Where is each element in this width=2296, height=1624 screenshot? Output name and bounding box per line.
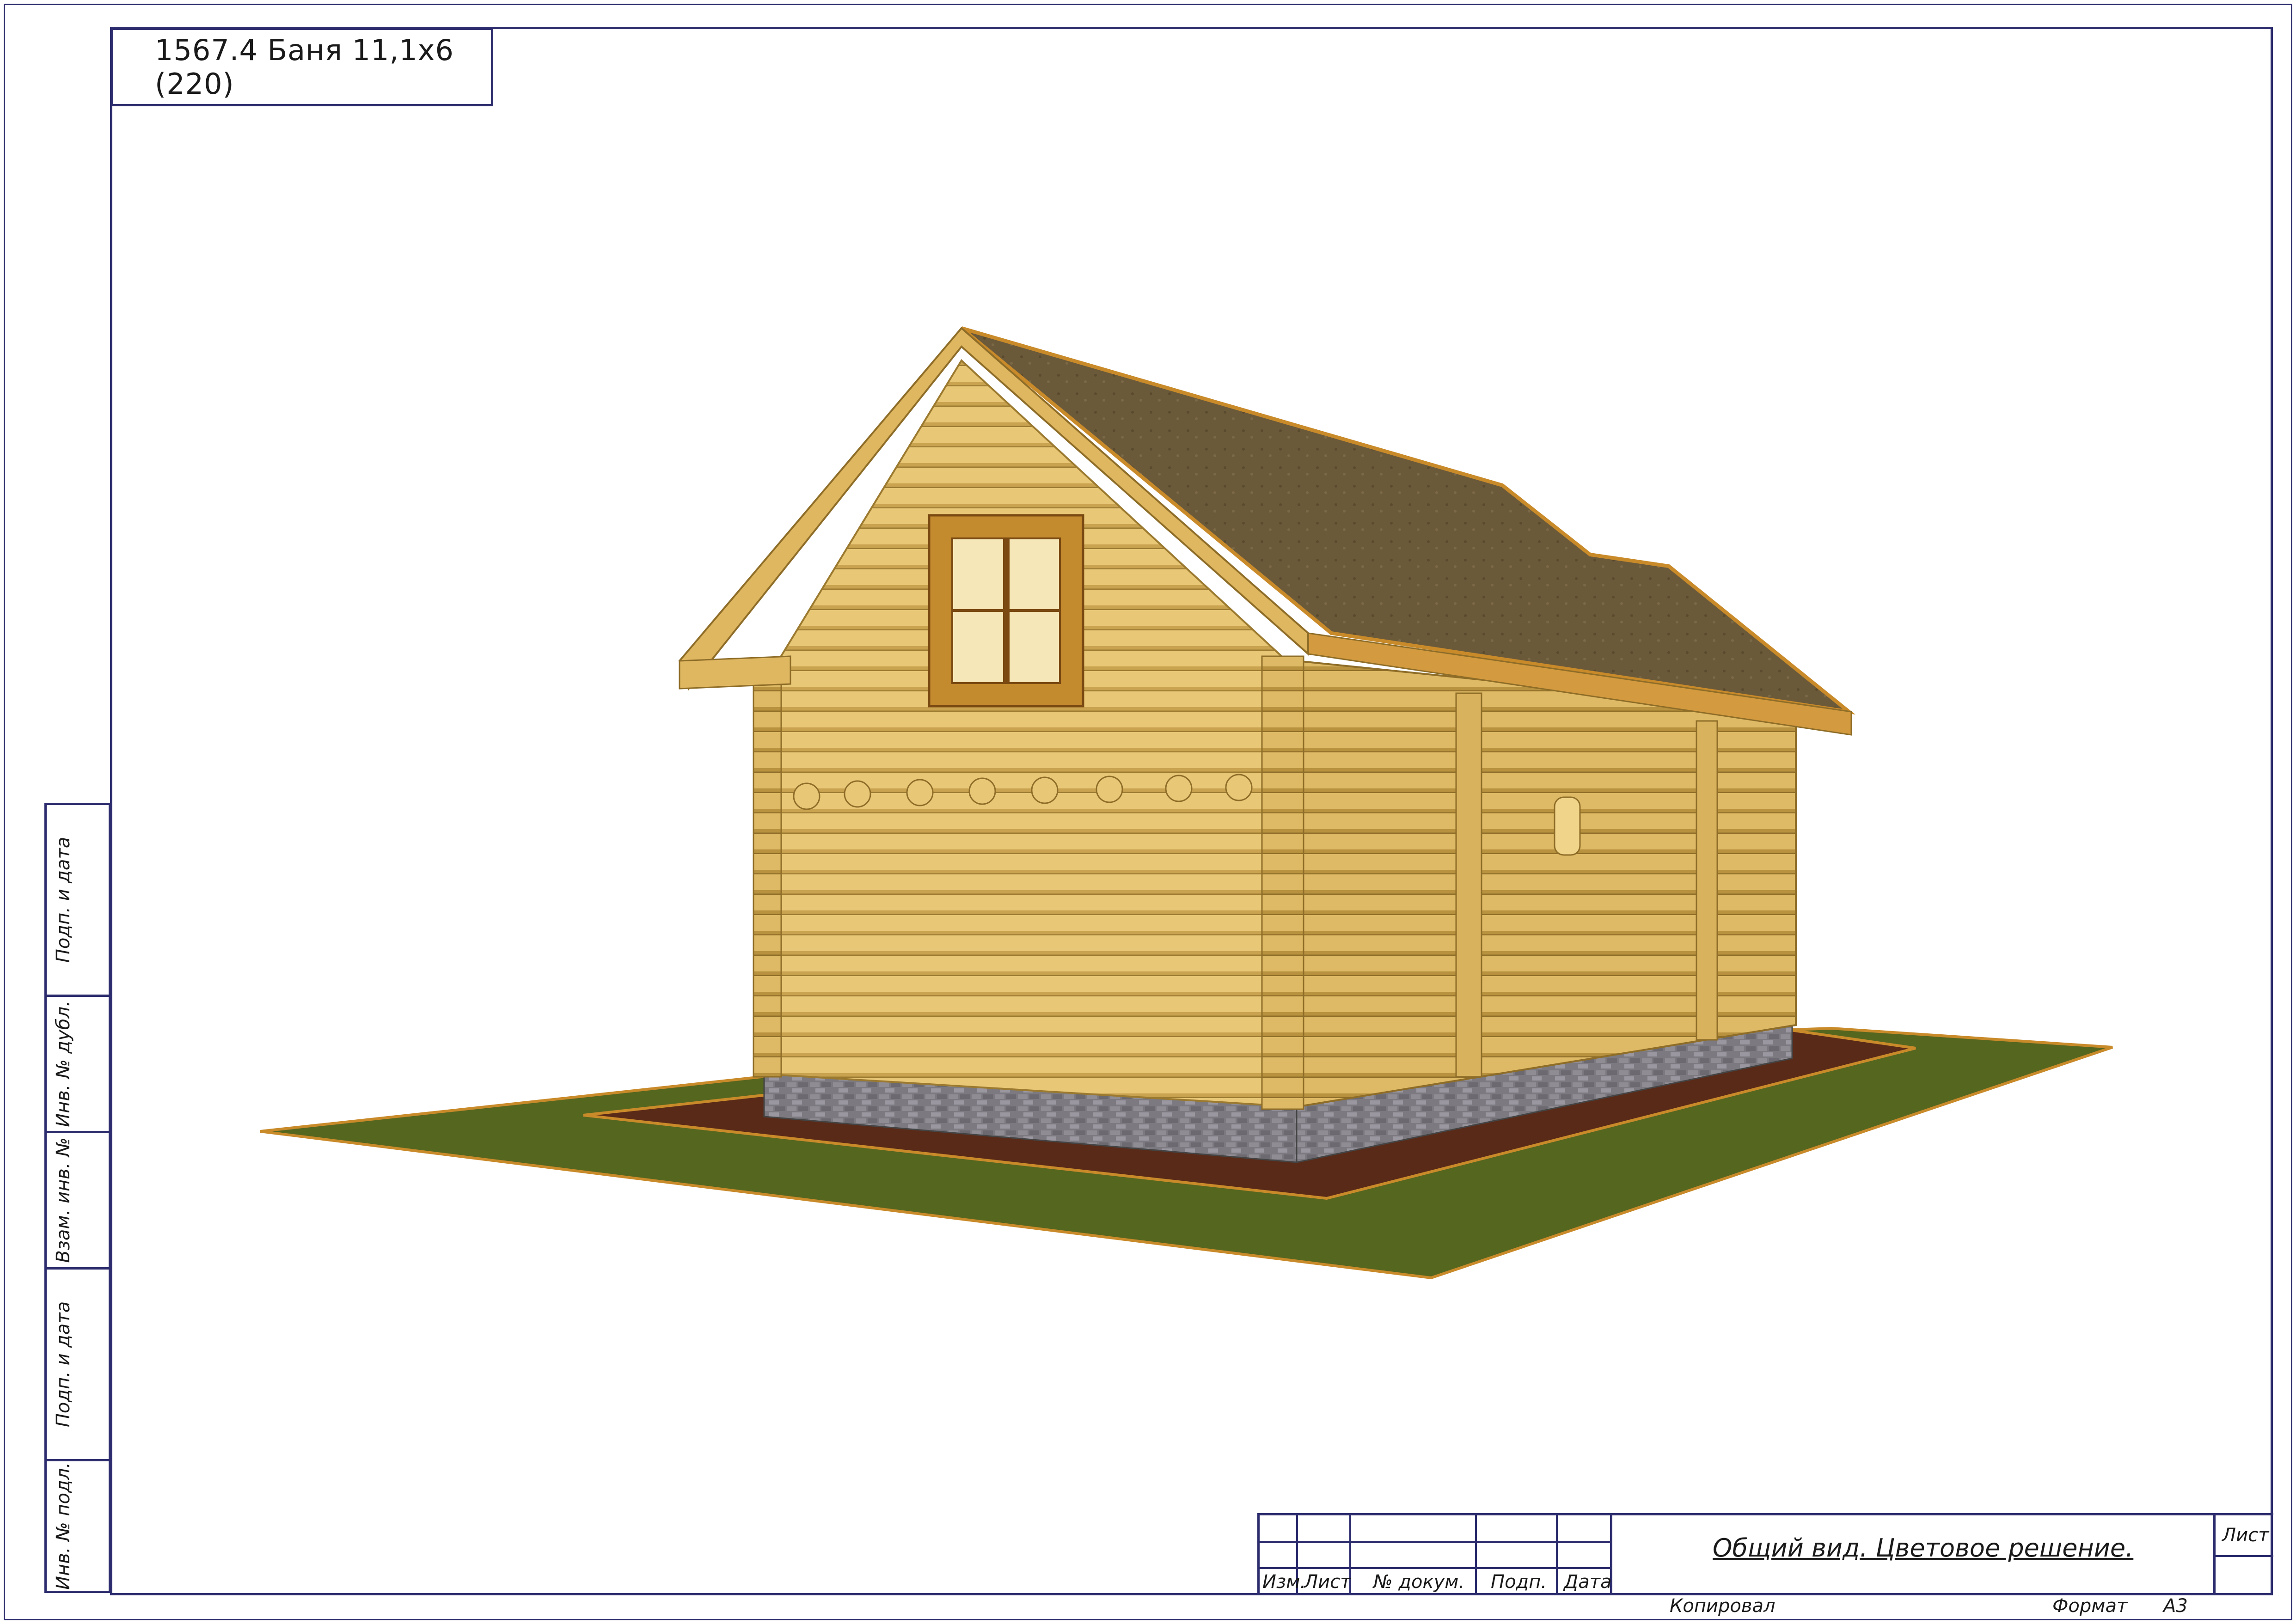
stamp-row-2 [1260, 1567, 1612, 1569]
side-cell-2: Инв. № дубл. [44, 995, 111, 1133]
side-approval-strip: Подп. и дата Инв. № дубл. Взам. инв. № П… [44, 803, 111, 1593]
stamp-header-change: Изм. [1262, 1571, 1306, 1593]
stamp-header-date: Дата [1564, 1571, 1612, 1593]
format-value: А3 [2163, 1595, 2188, 1617]
side-cell-5: Инв. № подл. [44, 1459, 111, 1593]
wall-post-2 [1696, 720, 1718, 1041]
house-render [260, 326, 2113, 1280]
eave-stub [679, 655, 791, 690]
side-cell-1: Подп. и дата [44, 803, 111, 997]
copied-label: Копировал [1670, 1595, 1776, 1617]
side-label-orig-inv: Инв. № подл. [53, 1462, 74, 1590]
stamp-header-sign: Подп. [1491, 1571, 1547, 1593]
drawing-sheet: 1567.4 Баня 11,1х6 (220) Подп. и дата Ин… [0, 0, 2296, 1624]
corner-logs [1261, 655, 1304, 1110]
wall-post-1 [1455, 692, 1482, 1078]
left-corner-logs [753, 678, 782, 1078]
side-cell-4: Подп. и дата [44, 1267, 111, 1461]
stamp-header-sheet: Лист [1304, 1571, 1351, 1593]
side-label-dupe-inv: Инв. № дубл. [53, 1001, 74, 1127]
sheet-title: Общий вид. Цветовое решение. [1713, 1533, 2134, 1563]
stamp-row-1 [1260, 1541, 1612, 1543]
stamp-header-doc: № докум. [1373, 1571, 1465, 1593]
stamp-sheet-divider [2213, 1555, 2273, 1557]
small-side-window [1554, 796, 1581, 856]
side-label-sign-date: Подп. и дата [53, 836, 74, 963]
stamp-sheet-label: Лист [2222, 1525, 2269, 1546]
gable-window [928, 514, 1084, 708]
side-label-sign-date-2: Подп. и дата [53, 1301, 74, 1428]
format-label: Формат [2052, 1595, 2128, 1617]
side-cell-3: Взам. инв. № [44, 1131, 111, 1270]
side-label-replace-inv: Взам. инв. № [53, 1137, 74, 1263]
